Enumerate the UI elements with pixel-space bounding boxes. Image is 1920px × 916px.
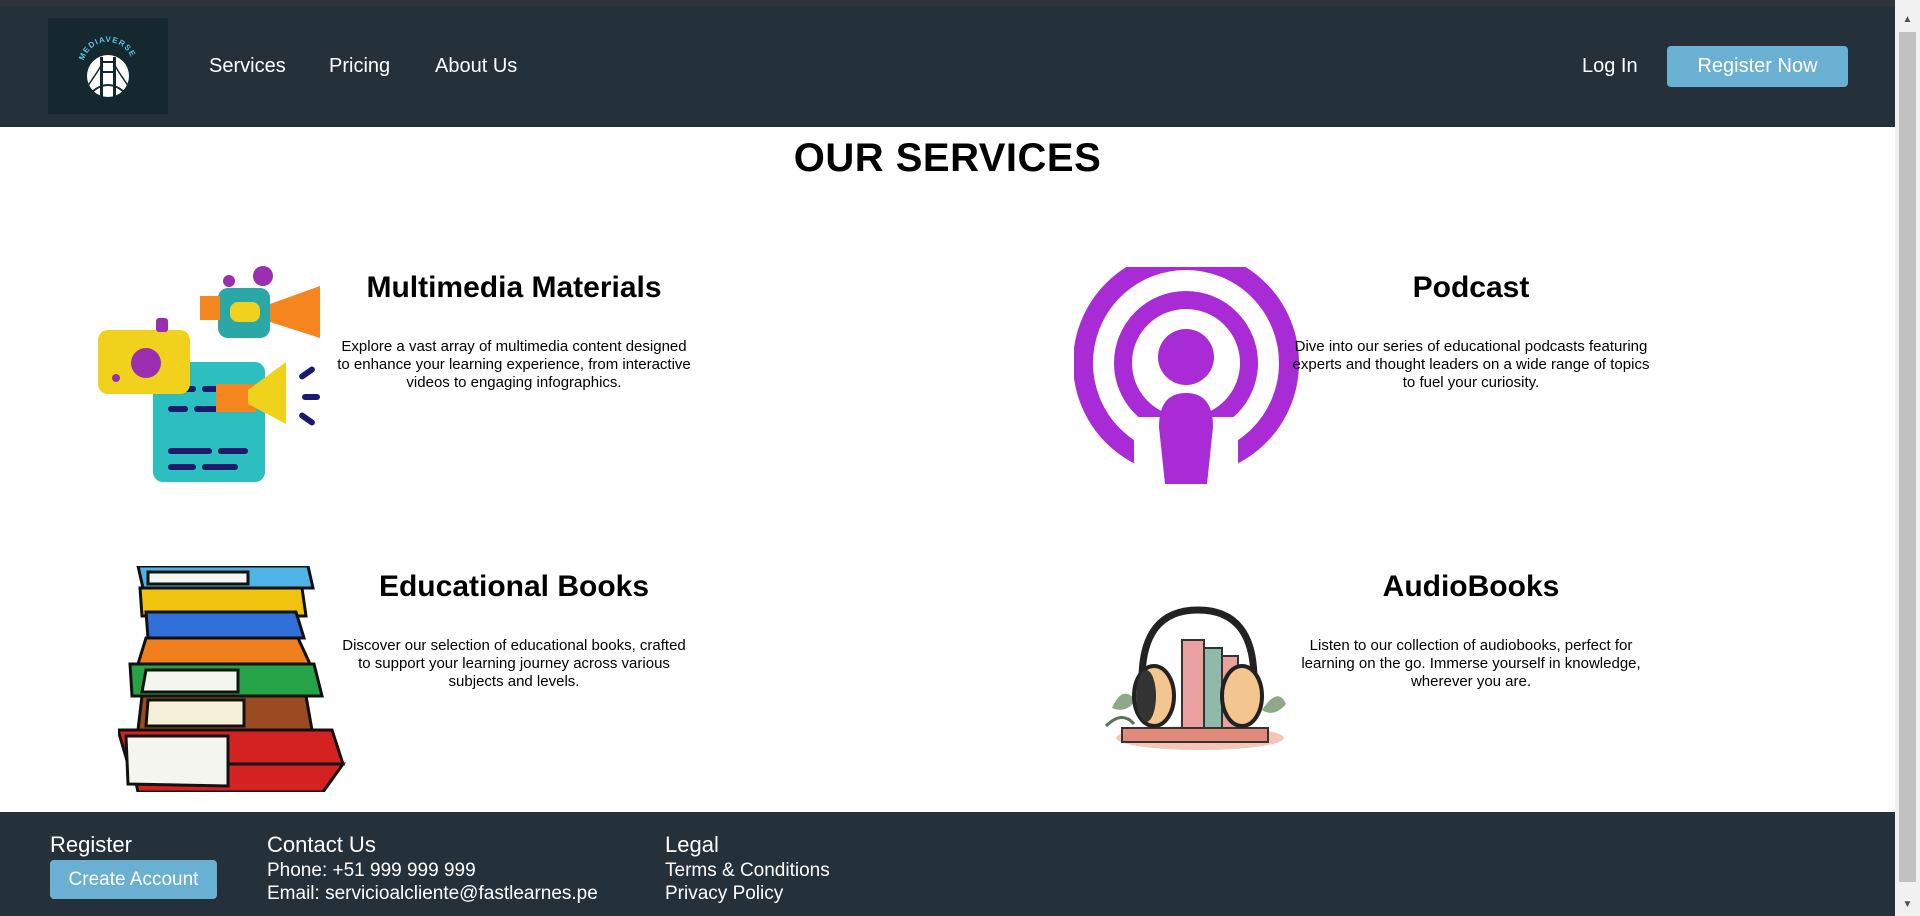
create-account-button[interactable]: Create Account bbox=[50, 860, 217, 899]
footer-contact-heading: Contact Us bbox=[267, 832, 376, 857]
nav-services[interactable]: Services bbox=[209, 54, 286, 78]
audiobook-icon bbox=[1104, 606, 1286, 750]
nav-about-us[interactable]: About Us bbox=[435, 54, 517, 78]
footer-terms-link[interactable]: Terms & Conditions bbox=[665, 859, 830, 882]
login-link[interactable]: Log In bbox=[1582, 54, 1638, 78]
footer-email: Email: servicioalcliente@fastlearnes.pe bbox=[267, 883, 598, 904]
scrollbar-thumb[interactable] bbox=[1899, 32, 1916, 882]
service-desc-multimedia: Explore a vast array of multimedia conte… bbox=[337, 338, 691, 391]
books-icon bbox=[118, 566, 346, 792]
footer-register-heading: Register bbox=[50, 832, 132, 857]
service-desc-audiobooks: Listen to our collection of audiobooks, … bbox=[1301, 637, 1641, 690]
browser-top-strip bbox=[0, 0, 1895, 7]
service-title-multimedia: Multimedia Materials bbox=[366, 271, 662, 304]
scroll-up-arrow-icon[interactable]: ▲ bbox=[1895, 7, 1920, 31]
page-title: OUR SERVICES bbox=[793, 136, 1102, 180]
register-now-button[interactable]: Register Now bbox=[1667, 46, 1848, 87]
service-desc-books: Discover our selection of educational bo… bbox=[342, 637, 686, 690]
podcast-icon bbox=[1074, 267, 1299, 484]
bridge-logo-icon: MEDIAVERSE bbox=[77, 35, 137, 97]
page: MEDIAVERSE Services Pricing About Us Log… bbox=[0, 0, 1920, 916]
scroll-down-arrow-icon[interactable]: ▼ bbox=[1895, 892, 1920, 916]
service-title-books: Educational Books bbox=[378, 570, 650, 603]
nav-pricing[interactable]: Pricing bbox=[329, 54, 390, 78]
footer-privacy-link[interactable]: Privacy Policy bbox=[665, 882, 783, 905]
service-desc-podcast: Dive into our series of educational podc… bbox=[1292, 338, 1650, 391]
multimedia-icon bbox=[98, 266, 320, 482]
site-header: MEDIAVERSE Services Pricing About Us Log… bbox=[0, 7, 1895, 127]
mediaverse-logo[interactable]: MEDIAVERSE bbox=[48, 18, 168, 114]
footer-legal-heading: Legal bbox=[665, 832, 719, 857]
service-title-podcast: Podcast bbox=[1412, 271, 1530, 304]
service-title-audiobooks: AudioBooks bbox=[1382, 570, 1560, 603]
site-footer: Register Create Account Contact Us Phone… bbox=[0, 812, 1895, 916]
footer-phone: Phone: +51 999 999 999 bbox=[267, 860, 476, 881]
page-scrollbar[interactable]: ▲ ▼ bbox=[1895, 0, 1920, 916]
